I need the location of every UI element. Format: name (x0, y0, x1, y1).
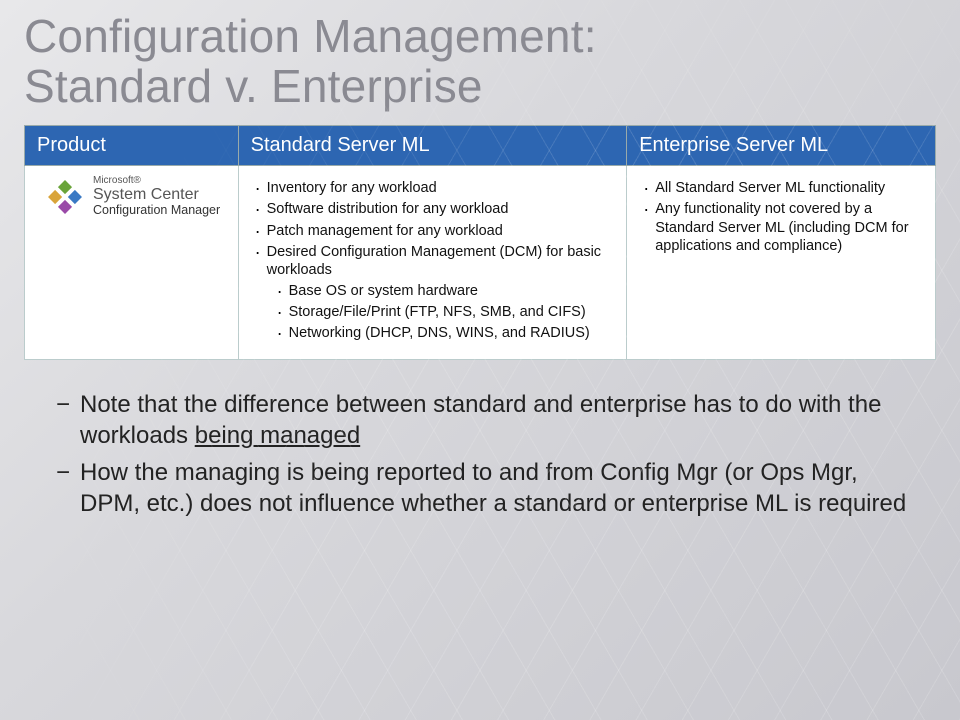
standard-list: Inventory for any workload Software dist… (251, 179, 615, 342)
note-item: − Note that the difference between stand… (56, 390, 916, 451)
dcm-sublist: Base OS or system hardware Storage/File/… (267, 282, 615, 342)
table-row: Microsoft® System Center Configuration M… (25, 166, 936, 360)
note-underlined: being managed (195, 422, 360, 449)
enterprise-cell: All Standard Server ML functionality Any… (627, 166, 936, 360)
list-item: Networking (DHCP, DNS, WINS, and RADIUS) (277, 324, 615, 342)
slide-title-line2: Standard v. Enterprise (24, 60, 483, 112)
header-standard: Standard Server ML (238, 126, 627, 166)
note-text: How the managing is being reported to an… (80, 458, 916, 519)
header-enterprise: Enterprise Server ML (627, 126, 936, 166)
list-item: Inventory for any workload (255, 179, 615, 197)
list-item: All Standard Server ML functionality (643, 179, 923, 197)
header-product: Product (25, 126, 239, 166)
list-item: Base OS or system hardware (277, 282, 615, 300)
note-item: − How the managing is being reported to … (56, 458, 916, 519)
standard-cell: Inventory for any workload Software dist… (238, 166, 627, 360)
product-logo: Microsoft® System Center Configuration M… (37, 176, 226, 216)
list-item-label: Desired Configuration Management (DCM) f… (267, 244, 601, 278)
table-header-row: Product Standard Server ML Enterprise Se… (25, 126, 936, 166)
list-item: Storage/File/Print (FTP, NFS, SMB, and C… (277, 303, 615, 321)
logo-product: Configuration Manager (93, 204, 220, 217)
slide-title: Configuration Management: Standard v. En… (24, 12, 936, 111)
product-cell: Microsoft® System Center Configuration M… (25, 166, 239, 360)
system-center-icon (45, 177, 85, 217)
slide-title-line1: Configuration Management: (24, 10, 597, 62)
dash-icon: − (56, 458, 80, 519)
dash-icon: − (56, 390, 80, 451)
logo-brand: System Center (93, 187, 220, 204)
enterprise-list: All Standard Server ML functionality Any… (639, 179, 923, 255)
list-item: Patch management for any workload (255, 222, 615, 240)
comparison-table: Product Standard Server ML Enterprise Se… (24, 125, 936, 360)
notes-section: − Note that the difference between stand… (24, 390, 936, 519)
list-item: Desired Configuration Management (DCM) f… (255, 243, 615, 343)
list-item: Software distribution for any workload (255, 200, 615, 218)
list-item: Any functionality not covered by a Stand… (643, 200, 923, 254)
